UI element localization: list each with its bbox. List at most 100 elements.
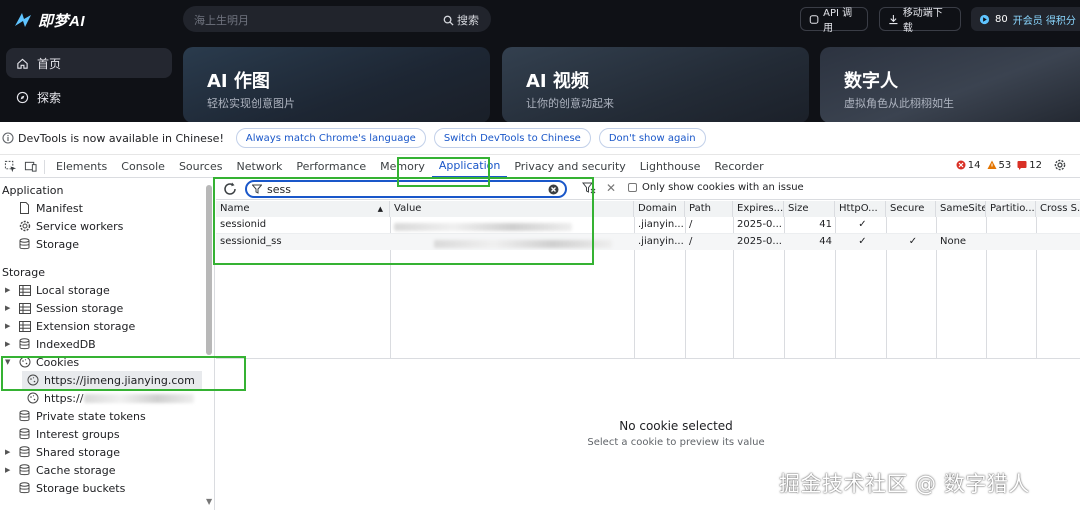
close-icon[interactable]: ✕ bbox=[606, 181, 616, 195]
database-icon bbox=[18, 410, 31, 423]
col-header-secure[interactable]: Secure bbox=[886, 201, 936, 217]
warning-count: 53 bbox=[987, 160, 1011, 171]
cell-name: sessionid bbox=[220, 219, 267, 230]
sidebar-item-service-workers[interactable]: Service workers bbox=[18, 217, 123, 235]
col-header-path[interactable]: Path bbox=[685, 201, 733, 217]
match-language-button[interactable]: Always match Chrome's language bbox=[235, 128, 426, 148]
card-ai-video[interactable]: AI 视频 让你的创意动起来 bbox=[502, 47, 809, 122]
tab-performance[interactable]: Performance bbox=[289, 156, 373, 178]
sidebar-item-private-state-tokens[interactable]: Private state tokens bbox=[18, 407, 146, 425]
inspect-element-button[interactable] bbox=[0, 156, 20, 178]
cell-path: / bbox=[689, 236, 693, 247]
dont-show-again-button[interactable]: Don't show again bbox=[598, 128, 706, 148]
chevron-right-icon[interactable]: ▶ bbox=[5, 322, 13, 330]
col-header-name[interactable]: Name ▲ bbox=[216, 201, 390, 217]
devtools-tab-bar: Elements Console Sources Network Perform… bbox=[0, 156, 1080, 178]
app-logo[interactable]: 即梦AI bbox=[14, 9, 85, 31]
chevron-right-icon[interactable]: ▶ bbox=[5, 286, 13, 294]
nav-explore[interactable]: 探索 bbox=[6, 82, 172, 112]
search-placeholder: 海上生明月 bbox=[194, 14, 249, 27]
cell-httponly: ✓ bbox=[858, 219, 867, 230]
tab-privacy-security[interactable]: Privacy and security bbox=[507, 156, 632, 178]
sidebar-item-session-storage[interactable]: ▶ Session storage bbox=[5, 299, 123, 317]
col-header-cross-site[interactable]: Cross S... bbox=[1036, 201, 1080, 217]
mobile-download-button[interactable]: 移动端下载 bbox=[879, 7, 961, 34]
credit-icon bbox=[979, 14, 990, 24]
database-icon bbox=[18, 338, 31, 351]
search-button[interactable]: 搜索 bbox=[443, 12, 479, 28]
api-button[interactable]: API 调用 bbox=[800, 7, 868, 34]
checkbox-box[interactable] bbox=[628, 183, 637, 192]
chevron-right-icon[interactable]: ▶ bbox=[5, 304, 13, 312]
tab-sources[interactable]: Sources bbox=[172, 156, 230, 178]
settings-gear-icon[interactable] bbox=[1054, 159, 1066, 171]
col-header-value[interactable]: Value bbox=[390, 201, 634, 217]
sidebar-scrollbar[interactable] bbox=[206, 185, 212, 355]
card-ai-image[interactable]: AI 作图 轻松实现创意图片 bbox=[183, 47, 490, 122]
only-issue-checkbox[interactable]: Only show cookies with an issue bbox=[628, 182, 804, 193]
chevron-right-icon[interactable]: ▶ bbox=[5, 466, 13, 474]
sidebar-item-extension-storage[interactable]: ▶ Extension storage bbox=[5, 317, 135, 335]
tab-recorder[interactable]: Recorder bbox=[707, 156, 770, 178]
tab-network[interactable]: Network bbox=[229, 156, 289, 178]
clear-filter-icon[interactable] bbox=[548, 184, 559, 195]
sidebar-item-cookie-origin-2[interactable]: https:// bbox=[26, 389, 195, 407]
tab-memory[interactable]: Memory bbox=[373, 156, 432, 178]
sidebar-item-interest-groups[interactable]: Interest groups bbox=[18, 425, 120, 443]
col-header-partition[interactable]: Partitio... bbox=[986, 201, 1036, 217]
issue-counters[interactable]: 14 53 12 bbox=[956, 159, 1066, 171]
table-icon bbox=[18, 284, 31, 297]
sidebar-item-cookie-origin[interactable]: https://jimeng.jianying.com bbox=[22, 371, 202, 389]
tab-application[interactable]: Application bbox=[431, 156, 508, 178]
col-header-size[interactable]: Size bbox=[784, 201, 835, 217]
sidebar-item-cookies[interactable]: ▼ Cookies bbox=[5, 353, 79, 371]
filter-value: sess bbox=[267, 183, 291, 196]
cell-expires: 2025-0... bbox=[737, 236, 782, 247]
search-bar[interactable]: 海上生明月 搜索 bbox=[183, 6, 491, 32]
tab-console[interactable]: Console bbox=[114, 156, 172, 178]
col-header-httponly[interactable]: HttpO... bbox=[835, 201, 886, 217]
cell-secure: ✓ bbox=[908, 236, 918, 247]
sidebar-item-local-storage[interactable]: ▶ Local storage bbox=[5, 281, 110, 299]
cell-value-redacted bbox=[390, 234, 634, 250]
nav-home-label: 首页 bbox=[37, 56, 62, 71]
preview-subtitle: Select a cookie to preview its value bbox=[587, 437, 765, 448]
sidebar-item-storage-buckets[interactable]: Storage buckets bbox=[18, 479, 125, 497]
cookie-icon bbox=[26, 374, 39, 387]
chevron-right-icon[interactable]: ▶ bbox=[5, 448, 13, 456]
refresh-icon[interactable] bbox=[222, 181, 238, 197]
sidebar-item-storage[interactable]: Storage bbox=[18, 235, 79, 253]
cookie-icon bbox=[18, 356, 31, 369]
col-header-expires[interactable]: Expires... bbox=[733, 201, 784, 217]
gear-icon bbox=[18, 220, 31, 233]
sidebar-item-indexeddb[interactable]: ▶ IndexedDB bbox=[5, 335, 96, 353]
api-icon bbox=[809, 14, 819, 24]
device-toolbar-button[interactable] bbox=[20, 156, 40, 178]
tab-lighthouse[interactable]: Lighthouse bbox=[633, 156, 708, 178]
nav-home[interactable]: 首页 bbox=[6, 48, 172, 78]
cell-path: / bbox=[689, 219, 693, 230]
card-digital-human[interactable]: 数字人 虚拟角色从此栩栩如生 bbox=[820, 47, 1080, 122]
cookie-filter-input[interactable]: sess bbox=[245, 180, 567, 198]
tab-divider bbox=[44, 159, 45, 174]
chevron-down-icon[interactable]: ▼ bbox=[5, 358, 13, 366]
compass-icon bbox=[16, 91, 29, 103]
vip-link[interactable]: 开会员 得积分 bbox=[1013, 12, 1076, 27]
switch-chinese-button[interactable]: Switch DevTools to Chinese bbox=[433, 128, 591, 148]
sidebar-item-shared-storage[interactable]: ▶ Shared storage bbox=[5, 443, 120, 461]
sidebar-item-manifest[interactable]: Manifest bbox=[18, 199, 83, 217]
col-header-domain[interactable]: Domain bbox=[634, 201, 685, 217]
clear-filtered-cookies-icon[interactable] bbox=[582, 181, 596, 195]
tab-elements[interactable]: Elements bbox=[49, 156, 114, 178]
card-title: AI 视频 bbox=[526, 71, 589, 92]
cell-name: sessionid_ss bbox=[220, 236, 282, 247]
card-subtitle: 让你的创意动起来 bbox=[526, 97, 614, 110]
search-icon bbox=[443, 15, 454, 26]
scroll-down-arrow-icon[interactable]: ▼ bbox=[206, 497, 212, 506]
chevron-right-icon[interactable]: ▶ bbox=[5, 340, 13, 348]
warning-icon bbox=[987, 160, 997, 169]
credits-badge[interactable]: 80 开会员 得积分 bbox=[971, 7, 1080, 31]
sidebar-item-cache-storage[interactable]: ▶ Cache storage bbox=[5, 461, 116, 479]
col-header-samesite[interactable]: SameSite bbox=[936, 201, 986, 217]
api-label: API 调用 bbox=[823, 8, 853, 34]
